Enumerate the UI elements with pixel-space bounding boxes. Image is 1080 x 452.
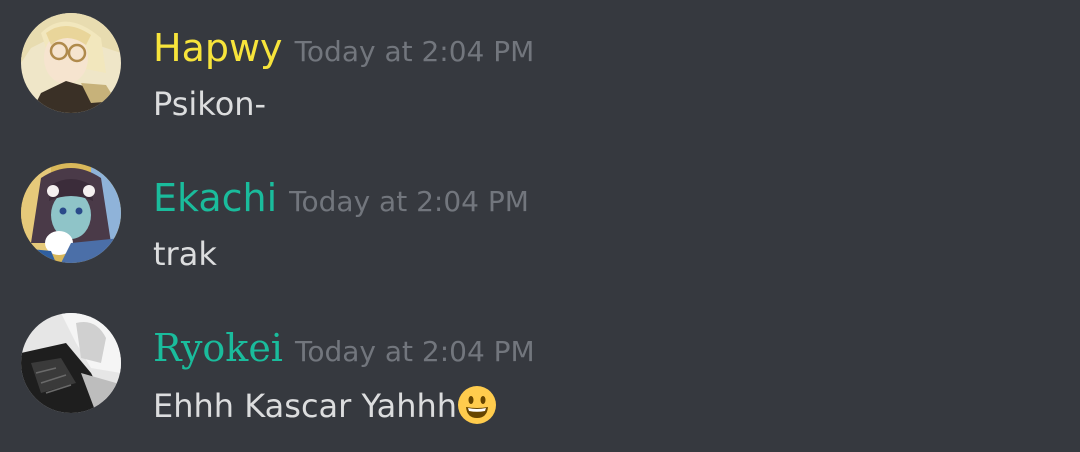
message-header: Ekachi Today at 2:04 PM — [153, 176, 529, 220]
chat-message-list: Hapwy Today at 2:04 PM Psikon- Ekachi To… — [0, 0, 1080, 452]
message-header: Ryokei Today at 2:04 PM — [153, 326, 535, 370]
message-header: Hapwy Today at 2:04 PM — [153, 26, 534, 70]
timestamp: Today at 2:04 PM — [294, 35, 535, 68]
user-avatar[interactable] — [21, 13, 121, 113]
message-text: Psikon- — [153, 85, 267, 123]
username[interactable]: Ekachi — [153, 176, 277, 220]
user-avatar[interactable] — [21, 313, 121, 413]
username[interactable]: Hapwy — [153, 26, 283, 70]
message-text: Ehhh Kascar Yahhh — [153, 387, 458, 425]
anime-avatar-dark-hair-icon — [21, 163, 121, 263]
message-content: Psikon- — [153, 85, 266, 123]
user-avatar[interactable] — [21, 163, 121, 263]
timestamp: Today at 2:04 PM — [289, 185, 529, 218]
anime-avatar-blonde-glasses-icon — [21, 13, 121, 113]
message-content: trak — [153, 235, 217, 273]
message-item: Ryokei Today at 2:04 PM Ehhh Kascar Yahhh — [0, 300, 1080, 450]
message-text: trak — [153, 235, 217, 273]
message-content: Ehhh Kascar Yahhh — [153, 385, 497, 425]
grinning-face-emoji-icon — [457, 385, 497, 425]
timestamp: Today at 2:04 PM — [294, 335, 535, 368]
sketch-avatar-monochrome-icon — [21, 313, 121, 413]
username[interactable]: Ryokei — [153, 326, 283, 370]
message-item: Ekachi Today at 2:04 PM trak — [0, 150, 1080, 300]
message-item: Hapwy Today at 2:04 PM Psikon- — [0, 0, 1080, 150]
